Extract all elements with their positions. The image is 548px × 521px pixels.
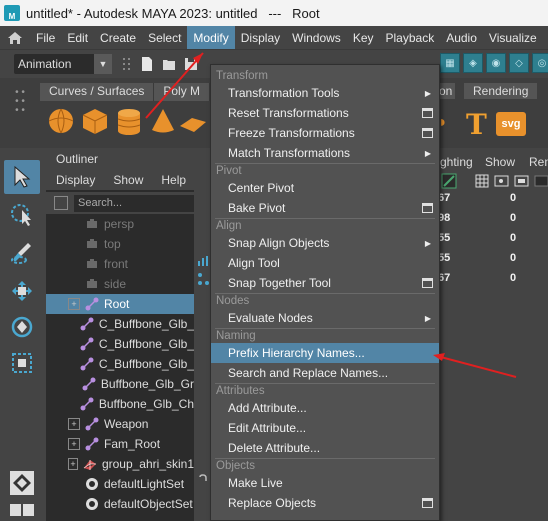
annotation-arrows	[145, 52, 517, 378]
